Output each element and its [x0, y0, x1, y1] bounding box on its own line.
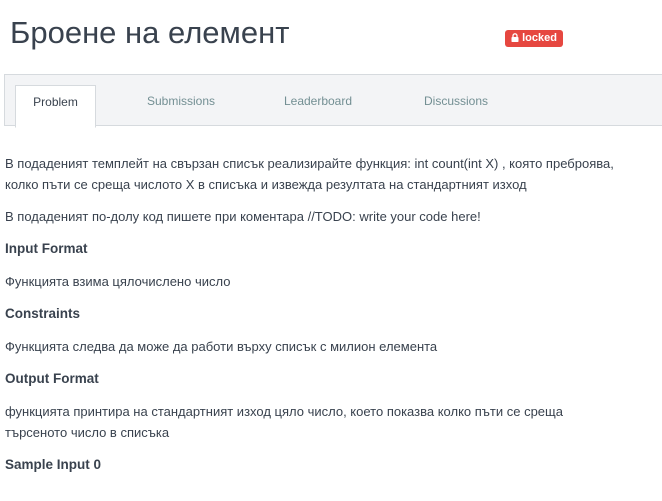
input-format-heading: Input Format: [5, 241, 88, 256]
tab-problem[interactable]: Problem: [15, 85, 96, 128]
lock-icon: [511, 31, 519, 48]
problem-statement: В подаденият темплейт на свързан списък …: [5, 153, 625, 487]
page-title: Броене на елемент: [10, 15, 290, 50]
output-format-text: функцията принтира на стандартният изход…: [5, 404, 563, 440]
sample-input-heading: Sample Input 0: [5, 457, 102, 472]
output-format-heading: Output Format: [5, 371, 99, 386]
constraints-text: Функцията следва да може да работи върху…: [5, 339, 438, 354]
input-format-text: Функцията взима цялочислено число: [5, 274, 231, 289]
tab-leaderboard[interactable]: Leaderboard: [267, 85, 369, 127]
status-badge-label: locked: [522, 32, 557, 44]
problem-todo-note: В подаденият по-долу код пишете при коме…: [5, 209, 481, 224]
tab-bar: Problem Submissions Leaderboard Discussi…: [4, 74, 662, 128]
tab-discussions[interactable]: Discussions: [405, 85, 507, 127]
constraints-heading: Constraints: [5, 306, 81, 321]
tab-submissions[interactable]: Submissions: [130, 85, 232, 127]
status-badge: locked: [505, 30, 563, 47]
problem-intro: В подаденият темплейт на свързан списък …: [5, 156, 614, 192]
